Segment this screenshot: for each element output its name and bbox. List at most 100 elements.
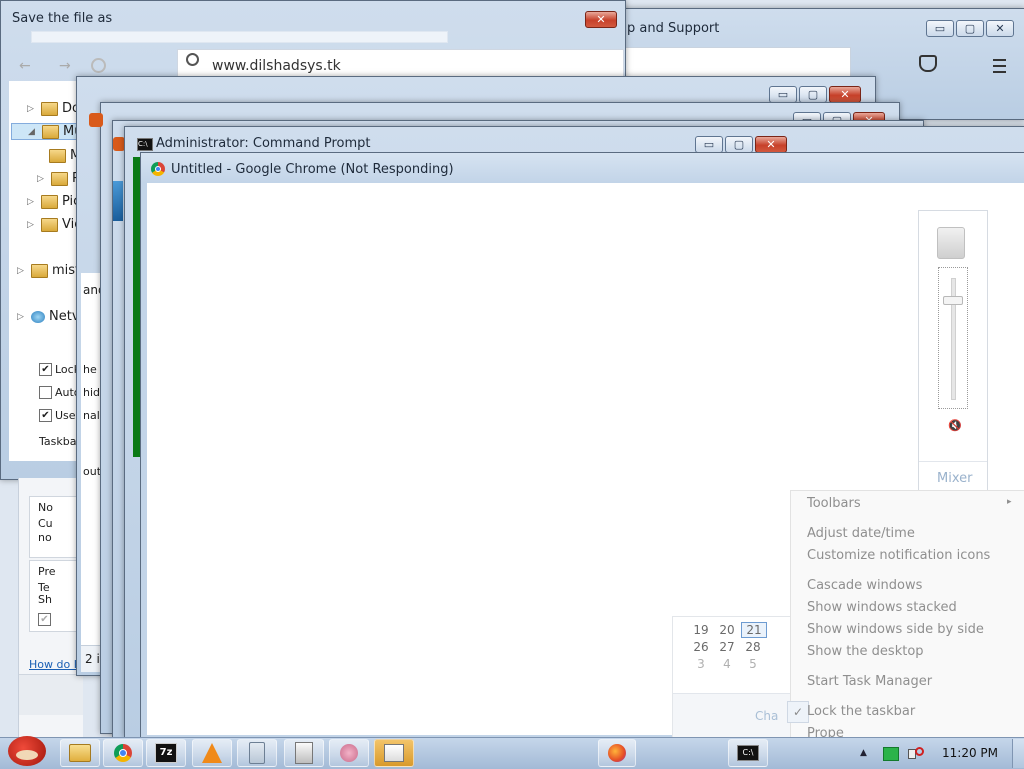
- calendar-popup: 19 20 21 26 27 28 3 4 5 Cha: [672, 616, 804, 738]
- close-button[interactable]: ✕: [585, 11, 617, 28]
- menu-item-cascade[interactable]: Cascade windows: [807, 578, 922, 593]
- firefox-button[interactable]: [598, 739, 636, 767]
- user-folder-icon: [31, 263, 48, 278]
- maximize-button[interactable]: ▢: [799, 86, 827, 103]
- panel-text: No: [38, 501, 53, 514]
- navigation-pane: ▷Do ◢Mu M ▷P ▷Pic ▷Vic ▷mista ▷Netv ✔Loc…: [9, 81, 138, 461]
- menu-item-stacked[interactable]: Show windows stacked: [807, 600, 957, 615]
- calendar-day[interactable]: 5: [741, 657, 765, 671]
- panel-text: Pre: [38, 565, 56, 578]
- device-icon: [295, 742, 313, 764]
- calendar-day[interactable]: 27: [715, 640, 739, 654]
- show-hidden-icons-arrow[interactable]: ▲: [860, 748, 867, 758]
- menu-item-toolbars[interactable]: Toolbars: [807, 496, 861, 511]
- device-button[interactable]: [284, 739, 324, 767]
- close-button[interactable]: ✕: [986, 20, 1014, 37]
- folder-icon: [51, 171, 68, 186]
- checkbox-row[interactable]: ✔ Lock: [39, 363, 80, 376]
- menu-item-customize-icons[interactable]: Customize notification icons: [807, 548, 990, 563]
- menu-item-side-by-side[interactable]: Show windows side by side: [807, 622, 984, 637]
- menu-icon[interactable]: [993, 59, 1006, 73]
- vlc-button[interactable]: [192, 739, 232, 767]
- url-text: www.dilshadsys.tk: [212, 58, 341, 74]
- maximize-button[interactable]: ▢: [725, 136, 753, 153]
- tray-clock[interactable]: 11:20 PM: [942, 746, 998, 760]
- checkmark-icon: ✓: [787, 701, 809, 723]
- cmd-window-title: Administrator: Command Prompt: [156, 136, 371, 151]
- url-bar[interactable]: www.dilshadsys.tk: [177, 49, 624, 77]
- firefox-icon: [608, 744, 626, 762]
- address-bar[interactable]: [621, 47, 851, 79]
- tree-item[interactable]: ▷ Pic: [27, 194, 80, 209]
- calendar-today[interactable]: 21: [741, 622, 767, 638]
- calendar-day[interactable]: 3: [689, 657, 713, 671]
- browser-button[interactable]: [329, 739, 369, 767]
- show-desktop-button[interactable]: [1012, 739, 1024, 768]
- volume-mute-tray-icon[interactable]: [908, 745, 924, 761]
- folder-icon: [69, 744, 91, 762]
- cmd-icon: C:\: [737, 745, 759, 761]
- mixer-link[interactable]: Mixer: [937, 471, 972, 486]
- calendar-day[interactable]: 28: [741, 640, 765, 654]
- panel-text: Cu: [38, 517, 53, 530]
- videos-folder-icon: [41, 217, 58, 232]
- calculator-icon: [249, 742, 265, 764]
- menu-item-adjust-date[interactable]: Adjust date/time: [807, 526, 915, 541]
- autohide-checkbox[interactable]: [39, 386, 52, 399]
- background-panel: No Cu no Pre Te Sh ✔ How do I: [18, 478, 83, 738]
- paint-icon: [384, 744, 404, 762]
- cmd-icon: C:\: [137, 138, 153, 151]
- minimize-button[interactable]: ▭: [769, 86, 797, 103]
- folder-button[interactable]: [60, 739, 100, 767]
- menu-item-task-manager[interactable]: Start Task Manager: [807, 674, 932, 689]
- change-date-link[interactable]: Cha: [755, 709, 778, 723]
- menu-item-lock-taskbar[interactable]: Lock the taskbar: [807, 704, 915, 719]
- pictures-folder-icon: [41, 194, 58, 209]
- help-window-title: p and Support: [627, 21, 720, 36]
- calendar-day[interactable]: 4: [715, 657, 739, 671]
- volume-slider[interactable]: [938, 267, 968, 409]
- volume-slider-thumb[interactable]: [943, 296, 963, 305]
- angry-birds-icon[interactable]: [2, 730, 52, 768]
- close-button[interactable]: ✕: [755, 136, 787, 153]
- mute-icon[interactable]: 🔇: [948, 419, 962, 432]
- folder-icon: [41, 101, 58, 116]
- checkbox-row[interactable]: Auto: [39, 386, 81, 399]
- music-folder-icon: [42, 124, 59, 139]
- minimize-button[interactable]: ▭: [926, 20, 954, 37]
- calculator-button[interactable]: [237, 739, 277, 767]
- tree-item[interactable]: ▷ Do: [27, 101, 80, 116]
- forward-icon[interactable]: →: [59, 58, 71, 74]
- tree-item[interactable]: ▷P: [37, 171, 80, 186]
- help-link[interactable]: How do I: [29, 658, 77, 671]
- calendar-day[interactable]: 19: [689, 623, 713, 637]
- maximize-button[interactable]: ▢: [956, 20, 984, 37]
- taskbar-context-menu: Toolbars ▸ Adjust date/time Customize no…: [787, 490, 1024, 742]
- menu-item-show-desktop[interactable]: Show the desktop: [807, 644, 924, 659]
- lock-taskbar-checkbox[interactable]: ✔: [39, 363, 52, 376]
- calendar-day[interactable]: 26: [689, 640, 713, 654]
- speaker-icon[interactable]: [937, 227, 965, 259]
- paint-button[interactable]: [374, 739, 414, 767]
- reload-icon[interactable]: [91, 58, 106, 73]
- network-icon: [31, 310, 45, 323]
- back-icon[interactable]: ←: [19, 58, 31, 74]
- folder-icon: [49, 148, 66, 163]
- tree-item[interactable]: ▷ Vic: [27, 217, 81, 232]
- 7zip-button[interactable]: 7z: [146, 739, 186, 767]
- calendar-day[interactable]: 20: [715, 623, 739, 637]
- checkbox-row[interactable]: ✔ Use: [39, 409, 76, 422]
- small-icons-checkbox[interactable]: ✔: [39, 409, 52, 422]
- tree-item[interactable]: ▷ Netv: [17, 309, 80, 324]
- minimize-button[interactable]: ▭: [695, 136, 723, 153]
- close-button[interactable]: ✕: [829, 86, 861, 103]
- cmd-button[interactable]: C:\: [728, 739, 768, 767]
- panel-text: Sh: [38, 593, 52, 606]
- browser-icon: [340, 744, 358, 762]
- network-tray-icon[interactable]: [883, 747, 899, 761]
- pocket-icon[interactable]: [919, 55, 937, 72]
- chrome-icon: [151, 162, 165, 176]
- panel-checkbox[interactable]: ✔: [38, 613, 51, 626]
- chrome-icon: [114, 744, 132, 762]
- chrome-button[interactable]: [103, 739, 143, 767]
